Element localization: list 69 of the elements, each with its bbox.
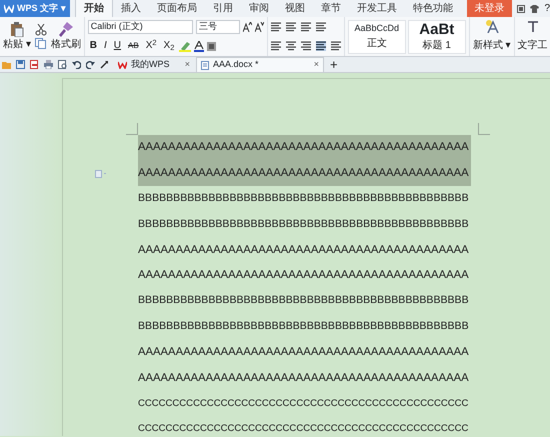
ribbon-tab[interactable]: 审阅 <box>241 0 277 17</box>
text-line: BBBBBBBBBBBBBBBBBBBBBBBBBBBBBBBBBBBBBBBBBBBBBBB <box>138 319 469 334</box>
text-line: AAAAAAAAAAAAAAAAAAAAAAAAAAAAAAAAAAAAAAAAAAAA <box>138 242 469 258</box>
format-button[interactable]: B <box>88 39 100 54</box>
pdf-icon[interactable] <box>30 60 39 69</box>
format-button[interactable]: U <box>112 39 124 54</box>
document-tab[interactable]: AAA.docx * × <box>196 57 324 72</box>
undo-icon[interactable] <box>72 60 81 69</box>
format-button[interactable]: I <box>102 39 109 54</box>
close-tab-button[interactable]: × <box>314 58 319 72</box>
ribbon-tab[interactable]: 开始 <box>75 0 113 17</box>
ribbon-tab[interactable]: 开发工具 <box>349 0 405 17</box>
format-button[interactable]: X$^{2}$ <box>144 39 159 54</box>
print-icon[interactable] <box>44 60 53 69</box>
text-line: AAAAAAAAAAAAAAAAAAAAAAAAAAAAAAAAAAAAAAAAAAAA <box>138 166 469 181</box>
align-center-icon[interactable] <box>286 41 296 52</box>
text-tools-button[interactable]: 文字工 <box>518 38 548 53</box>
grow-font-icon[interactable] <box>242 22 252 32</box>
align-left-icon[interactable] <box>270 41 281 52</box>
paste-icon[interactable] <box>10 22 24 36</box>
text-line: CCCCCCCCCCCCCCCCCCCCCCCCCCCCCCCCCCCCCCCCCCCCCCCC <box>138 396 468 411</box>
text-line: AAAAAAAAAAAAAAAAAAAAAAAAAAAAAAAAAAAAAAAAAAAA <box>138 345 469 360</box>
shrink-font-icon[interactable] <box>254 22 264 32</box>
font-size-field[interactable]: 三号 <box>196 20 240 34</box>
text-line: BBBBBBBBBBBBBBBBBBBBBBBBBBBBBBBBBBBBBBBBBBBBBBB <box>138 191 469 206</box>
print-preview-icon[interactable] <box>58 60 67 69</box>
text-line: BBBBBBBBBBBBBBBBBBBBBBBBBBBBBBBBBBBBBBBBBBBBBBB <box>138 216 469 232</box>
style-swatch[interactable]: AaBt 标题 1 <box>408 20 466 54</box>
align-right-icon[interactable] <box>300 41 311 52</box>
app-menu-button[interactable]: WPS 文字 ▾ <box>0 0 70 17</box>
close-tab-button[interactable]: × <box>184 58 190 72</box>
ribbon-tab[interactable]: 章节 <box>313 0 349 17</box>
new-style-icon[interactable] <box>484 20 499 33</box>
wps-logo-icon <box>4 4 14 13</box>
new-tab-button[interactable]: + <box>330 54 338 74</box>
text-tool-icon[interactable] <box>526 20 539 32</box>
redo-icon[interactable] <box>86 60 95 69</box>
format-button[interactable]: AB <box>126 39 141 54</box>
scissors-icon[interactable] <box>34 24 47 36</box>
ribbon-tab[interactable]: 特色功能 <box>405 0 461 17</box>
justify-icon[interactable] <box>316 41 326 52</box>
shirt-icon[interactable] <box>530 4 540 12</box>
text-line: AAAAAAAAAAAAAAAAAAAAAAAAAAAAAAAAAAAAAAAAAAAA <box>138 140 469 156</box>
paragraph-marker-icon <box>95 170 107 178</box>
ribbon-tab[interactable]: 视图 <box>277 0 313 17</box>
format-painter-button[interactable]: 格式刷 <box>50 36 81 52</box>
ribbon-tab[interactable]: 页面布局 <box>149 0 205 17</box>
save-icon[interactable] <box>16 60 25 69</box>
paste-button[interactable]: 粘贴 ▾ <box>3 36 31 52</box>
document-icon <box>201 60 209 70</box>
font-color-icon[interactable] <box>194 40 204 52</box>
text-line: CCCCCCCCCCCCCCCCCCCCCCCCCCCCCCCCCCCCCCCCCCCCCCCC <box>138 422 468 436</box>
margin-corner-icon <box>126 123 138 135</box>
new-style-button[interactable]: 新样式 ▾ <box>472 38 511 54</box>
format-button[interactable]: X$_{2}$ <box>162 39 176 54</box>
margin-corner-icon <box>478 123 490 135</box>
ribbon-tab[interactable]: 引用 <box>205 0 241 17</box>
help-button[interactable]: ? <box>544 1 550 16</box>
text-line: AAAAAAAAAAAAAAAAAAAAAAAAAAAAAAAAAAAAAAAAAAAA <box>138 370 469 386</box>
wps-logo-icon <box>118 60 127 68</box>
font-name-field[interactable]: Calibri (正文) <box>88 20 193 34</box>
style-swatch[interactable]: AaBbCcDd 正文 <box>348 20 406 54</box>
document-tab[interactable]: 我的WPS × <box>114 57 194 72</box>
shading-icon[interactable] <box>207 42 216 51</box>
text-line: BBBBBBBBBBBBBBBBBBBBBBBBBBBBBBBBBBBBBBBBBBBBBBB <box>138 293 469 308</box>
ribbon-tab[interactable]: 插入 <box>113 0 149 17</box>
window-icon[interactable] <box>517 4 526 12</box>
brush-icon[interactable] <box>58 22 73 36</box>
text-line: AAAAAAAAAAAAAAAAAAAAAAAAAAAAAAAAAAAAAAAAAAAA <box>138 268 469 284</box>
